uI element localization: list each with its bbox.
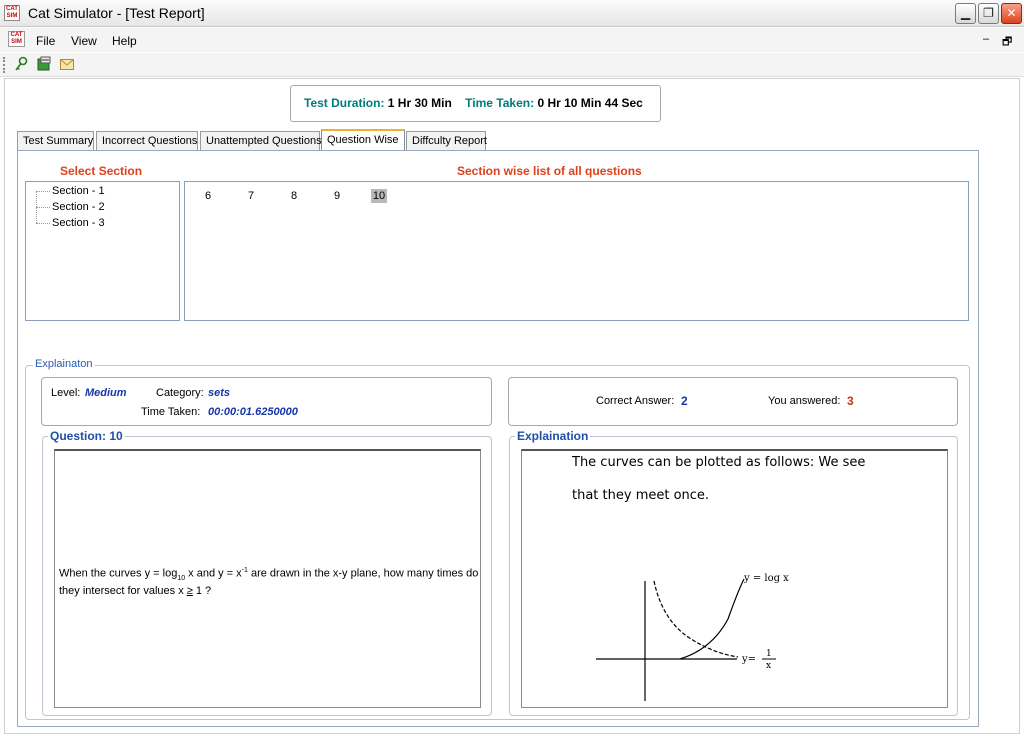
- section-tree[interactable]: Section - 1 Section - 2 Section - 3: [25, 181, 180, 321]
- tree-item-section-3[interactable]: Section - 3: [36, 217, 105, 229]
- category-label: Category:: [156, 387, 204, 399]
- you-answered-value: 3: [847, 394, 854, 408]
- question-list-label: Section wise list of all questions: [457, 164, 642, 178]
- summary-button[interactable]: [35, 56, 53, 74]
- explanation-group-legend: Explainaton: [33, 358, 95, 370]
- question-number-8[interactable]: 8: [286, 189, 302, 203]
- question-number-7[interactable]: 7: [243, 189, 259, 203]
- level-value: Medium: [85, 387, 127, 399]
- toolbar-grip[interactable]: [3, 57, 6, 73]
- correct-answer-value: 2: [681, 394, 688, 408]
- curves-graph: y = log x y= 1 x: [596, 573, 789, 701]
- tree-item-section-2[interactable]: Section - 2: [36, 201, 105, 213]
- tab-test-summary[interactable]: Test Summary: [17, 131, 94, 150]
- email-icon: [60, 59, 74, 70]
- log-curve-label: y = log x: [743, 573, 789, 584]
- key-icon: [15, 56, 28, 71]
- question-meta-box: Level: Medium Category: sets Time Taken:…: [41, 377, 492, 426]
- you-answered-label: You answered:: [768, 395, 841, 407]
- toolbar: [0, 53, 1024, 77]
- restore-button[interactable]: ❐: [978, 3, 999, 24]
- menu-bar: CAT SIM File View Help – 🗗: [0, 28, 1024, 52]
- select-section-label: Select Section: [60, 164, 143, 178]
- question-number-6[interactable]: 6: [200, 189, 216, 203]
- level-label: Level:: [51, 387, 81, 399]
- restore-icon: ❐: [983, 6, 994, 20]
- time-taken-label: Time Taken:: [465, 96, 535, 110]
- close-button[interactable]: ✕: [1001, 3, 1022, 24]
- explanation-content: The curves can be plotted as follows: We…: [521, 449, 948, 708]
- mdi-child-icon[interactable]: CAT SIM: [8, 31, 25, 47]
- answer-box: Correct Answer: 2 You answered: 3: [508, 377, 958, 426]
- key-button[interactable]: [12, 56, 30, 74]
- mdi-restore-button[interactable]: 🗗: [1002, 33, 1012, 52]
- minimize-icon: ▁: [960, 6, 971, 20]
- window-title: Cat Simulator - [Test Report]: [28, 5, 205, 21]
- tab-unattempted-questions[interactable]: Unattempted Questions: [200, 131, 322, 150]
- explanation-line-1: The curves can be plotted as follows: We…: [572, 455, 866, 470]
- question-text: When the curves y = log10 x and y = x-1 …: [59, 567, 479, 597]
- reciprocal-label-num: 1: [766, 649, 772, 659]
- minimize-button[interactable]: ▁: [955, 3, 976, 24]
- menu-help[interactable]: Help: [112, 34, 137, 48]
- question-number-9[interactable]: 9: [329, 189, 345, 203]
- email-button[interactable]: [58, 56, 76, 74]
- correct-answer-label: Correct Answer:: [596, 395, 675, 407]
- app-icon: CAT SIM: [4, 5, 20, 21]
- mdi-minimize-button[interactable]: –: [983, 33, 989, 45]
- reciprocal-label-den: x: [766, 661, 771, 671]
- question-content: When the curves y = log10 x and y = x-1 …: [54, 449, 481, 708]
- test-duration-label: Test Duration:: [304, 96, 385, 110]
- tab-incorrect-questions[interactable]: Incorrect Questions: [96, 131, 198, 150]
- log-curve: [679, 578, 745, 660]
- menu-file[interactable]: File: [36, 34, 55, 48]
- summary-icon: [37, 56, 51, 71]
- time-taken-question-label: Time Taken:: [141, 406, 201, 418]
- close-icon: ✕: [1006, 6, 1017, 20]
- reciprocal-curve: [653, 580, 739, 658]
- tree-item-section-1[interactable]: Section - 1: [36, 185, 105, 197]
- time-taken-value: 0 Hr 10 Min 44 Sec: [537, 96, 643, 110]
- tab-question-wise[interactable]: Question Wise: [321, 129, 405, 150]
- question-list[interactable]: 6 7 8 9 10: [184, 181, 969, 321]
- question-group-legend: Question: 10: [48, 429, 125, 443]
- test-duration-value: 1 Hr 30 Min: [387, 96, 452, 110]
- test-duration-box: Test Duration: 1 Hr 30 Min Time Taken: 0…: [290, 85, 661, 122]
- menu-view[interactable]: View: [71, 34, 97, 48]
- explanation-answer-legend: Explaination: [515, 429, 591, 443]
- tab-difficulty-report[interactable]: Diffculty Report: [406, 131, 487, 150]
- reciprocal-label-y: y=: [741, 654, 756, 665]
- explanation-line-2: that they meet once.: [572, 488, 710, 503]
- time-taken-question-value: 00:00:01.6250000: [208, 406, 298, 418]
- category-value: sets: [208, 387, 231, 399]
- title-bar: CAT SIM Cat Simulator - [Test Report] ▁ ❐…: [0, 0, 1024, 27]
- question-number-10[interactable]: 10: [371, 189, 387, 203]
